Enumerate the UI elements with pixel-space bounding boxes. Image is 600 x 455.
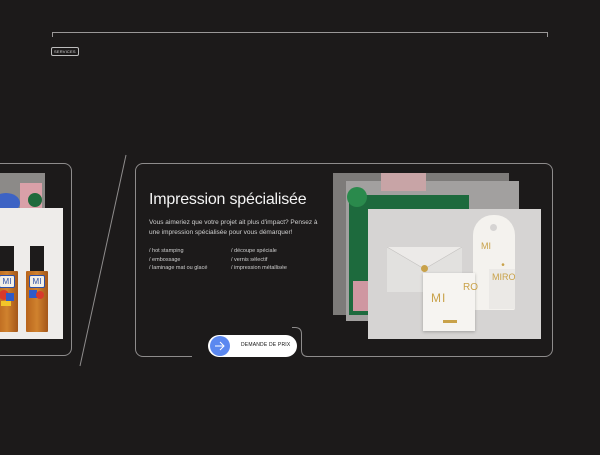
price-request-button[interactable]: DEMANDE DE PRIX	[208, 335, 297, 357]
feature-item: / vernis sélectif	[231, 256, 268, 263]
divider-slash	[79, 154, 127, 367]
feature-item: / embossage	[149, 256, 181, 263]
feature-item: / découpe spéciale	[231, 248, 277, 254]
top-rule	[52, 32, 548, 37]
bottle: MI	[0, 246, 18, 332]
arrow-right-icon	[210, 336, 230, 356]
card-title: Impression spécialisée	[149, 191, 307, 208]
bottle-label: MI	[29, 275, 45, 288]
bottle-label: MI	[0, 275, 15, 288]
card-description: Vous aimeriez que votre projet ait plus …	[149, 219, 318, 236]
feature-item: / hot stamping	[149, 248, 184, 254]
feature-item: / impression métallisée	[231, 265, 287, 272]
previous-service-image: MI MI	[0, 173, 63, 339]
bottle: MI	[26, 246, 48, 332]
service-image: MI • MIRO MI RO	[333, 173, 541, 339]
feature-item: / laminage mat ou glacé	[149, 265, 208, 272]
business-card: MI RO	[423, 273, 478, 331]
price-request-label: DEMANDE DE PRIX	[241, 342, 291, 348]
section-tag: SERVICES	[51, 47, 79, 56]
roll-card: MIRO	[489, 269, 516, 309]
